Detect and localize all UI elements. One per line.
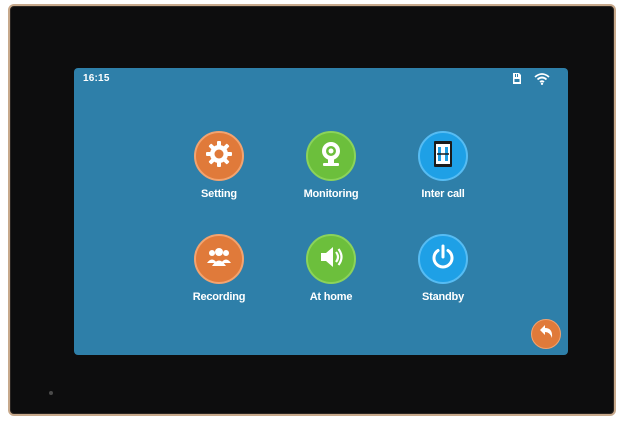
- screen: 16:15 Setting Monitoring Inter call Reco…: [74, 68, 568, 355]
- inter-call-button[interactable]: Inter call: [388, 131, 498, 200]
- standby-button[interactable]: Standby: [388, 234, 498, 303]
- intercom-device: 16:15 Setting Monitoring Inter call Reco…: [8, 4, 616, 416]
- monitoring-button[interactable]: Monitoring: [276, 131, 386, 200]
- camera-sensor-dot: [49, 391, 53, 395]
- recording-button[interactable]: Recording: [164, 234, 274, 303]
- power-icon: [428, 242, 458, 276]
- speaker-icon: [316, 242, 346, 276]
- monitoring-label: Monitoring: [303, 188, 359, 200]
- back-button[interactable]: [531, 319, 561, 349]
- at-home-label: At home: [309, 291, 353, 303]
- wifi-icon: [534, 72, 550, 85]
- recording-label: Recording: [192, 291, 246, 303]
- setting-button[interactable]: Setting: [164, 131, 274, 200]
- standby-label: Standby: [422, 291, 464, 303]
- sd-card-icon: [511, 72, 522, 85]
- camera-icon: [316, 139, 346, 173]
- at-home-button[interactable]: At home: [276, 234, 386, 303]
- inter-call-label: Inter call: [421, 188, 465, 200]
- inter-call-circle: [418, 131, 468, 181]
- gear-icon: [204, 139, 234, 173]
- setting-label: Setting: [201, 188, 237, 200]
- intercom-icon: [428, 139, 458, 173]
- recording-circle: [194, 234, 244, 284]
- at-home-circle: [306, 234, 356, 284]
- back-arrow-icon: [537, 323, 555, 345]
- standby-circle: [418, 234, 468, 284]
- setting-circle: [194, 131, 244, 181]
- status-time: 16:15: [83, 73, 110, 84]
- monitoring-circle: [306, 131, 356, 181]
- people-icon: [204, 242, 234, 276]
- status-icons: [511, 72, 550, 85]
